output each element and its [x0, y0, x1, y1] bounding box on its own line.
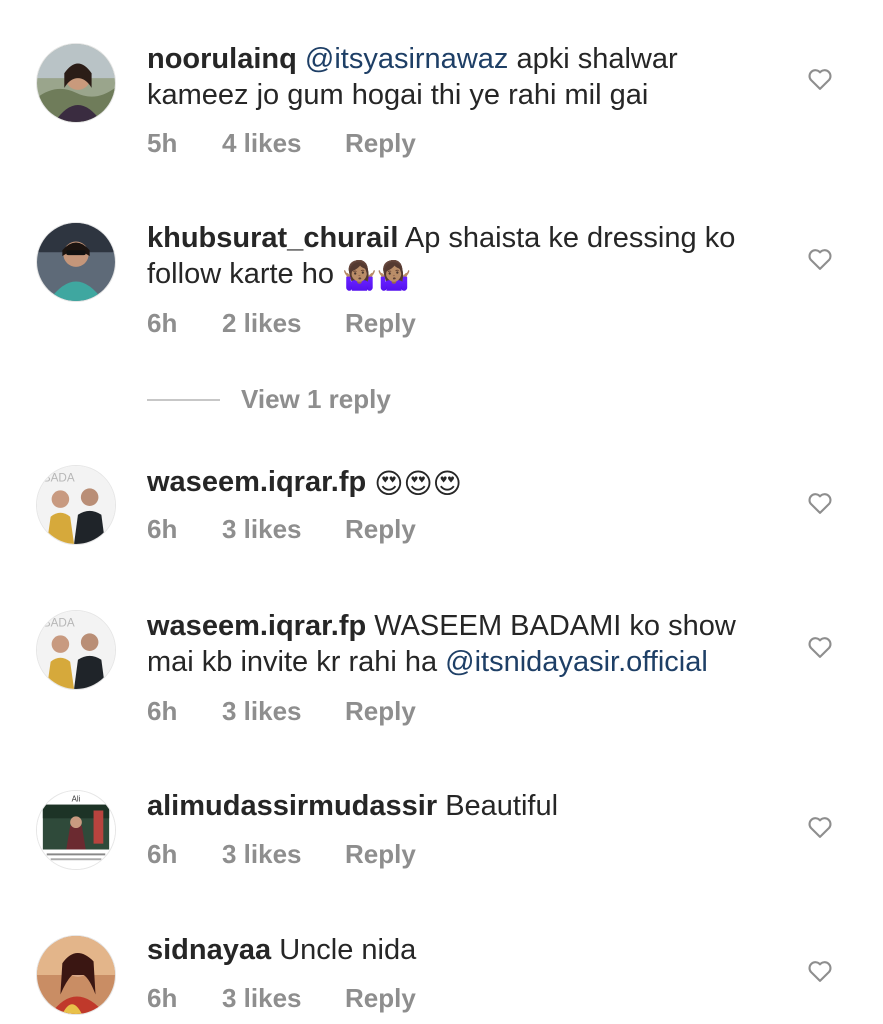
comment-username[interactable]: alimudassirmudassir	[147, 790, 437, 822]
reply-button[interactable]: Reply	[345, 128, 416, 159]
comment-time: 6h	[147, 839, 178, 869]
heart-outline-icon[interactable]	[806, 957, 834, 985]
avatar[interactable]: BADA	[36, 465, 116, 545]
comment-time: 6h	[147, 696, 178, 726]
comment-username[interactable]: sidnayaa	[147, 934, 271, 966]
comment-text: noorulainq @itsyasirnawaz apki shalwar k…	[147, 41, 787, 113]
heart-eyes-emoji: 😍😍😍	[374, 468, 462, 499]
comment-likes[interactable]: 2 likes	[222, 308, 345, 339]
reply-button[interactable]: Reply	[345, 308, 416, 339]
avatar[interactable]	[36, 935, 116, 1015]
comment-likes[interactable]: 3 likes	[222, 983, 345, 1014]
comment-username[interactable]: khubsurat_churail	[147, 222, 398, 254]
comment-text: alimudassirmudassir Beautiful	[147, 788, 787, 824]
comment-time: 5h	[147, 128, 178, 158]
comment-body: Uncle nida	[271, 934, 417, 966]
comment-username[interactable]: noorulainq	[147, 43, 297, 75]
comment-meta: 6h 3 likes Reply	[147, 839, 416, 870]
comment-meta: 6h 3 likes Reply	[147, 514, 416, 545]
comment-username[interactable]: waseem.iqrar.fp	[147, 466, 366, 498]
comment-time: 6h	[147, 308, 178, 338]
heart-outline-icon[interactable]	[806, 633, 834, 661]
shrug-emoji: 🤷🏽‍♀️🤷🏽‍♀️	[342, 260, 412, 291]
comment-mention[interactable]: @itsnidayasir.official	[445, 646, 708, 678]
avatar[interactable]: BADA	[36, 610, 116, 690]
comment-meta: 5h 4 likes Reply	[147, 128, 416, 159]
comment-meta: 6h 2 likes Reply	[147, 308, 416, 339]
avatar[interactable]	[36, 222, 116, 302]
avatar[interactable]	[36, 43, 116, 123]
reply-button[interactable]: Reply	[345, 514, 416, 545]
heart-outline-icon[interactable]	[806, 489, 834, 517]
heart-outline-icon[interactable]	[806, 245, 834, 273]
comment-text: sidnayaa Uncle nida	[147, 932, 787, 968]
avatar[interactable]: Ali	[36, 790, 116, 870]
comment-likes[interactable]: 3 likes	[222, 514, 345, 545]
comment-likes[interactable]: 4 likes	[222, 128, 345, 159]
heart-outline-icon[interactable]	[806, 813, 834, 841]
svg-text:BADA: BADA	[43, 472, 75, 485]
reply-button[interactable]: Reply	[345, 696, 416, 727]
comment-username[interactable]: waseem.iqrar.fp	[147, 610, 366, 642]
comment-mention[interactable]: @itsyasirnawaz	[305, 43, 509, 75]
comment-text: khubsurat_churail Ap shaista ke dressing…	[147, 220, 787, 294]
heart-outline-icon[interactable]	[806, 65, 834, 93]
view-replies-label[interactable]: View 1 reply	[241, 384, 391, 415]
comment-meta: 6h 3 likes Reply	[147, 983, 416, 1014]
comment-time: 6h	[147, 983, 178, 1013]
comment-text: waseem.iqrar.fp WASEEM BADAMI ko show ma…	[147, 608, 787, 680]
reply-button[interactable]: Reply	[345, 839, 416, 870]
comment-body: Beautiful	[437, 790, 559, 822]
comment-likes[interactable]: 3 likes	[222, 696, 345, 727]
avatar-label: Ali	[72, 795, 81, 804]
reply-button[interactable]: Reply	[345, 983, 416, 1014]
divider-line	[147, 399, 220, 401]
svg-text:BADA: BADA	[43, 617, 75, 630]
comment-likes[interactable]: 3 likes	[222, 839, 345, 870]
comment-time: 6h	[147, 514, 178, 544]
comment-text: waseem.iqrar.fp 😍😍😍	[147, 464, 787, 502]
comment-meta: 6h 3 likes Reply	[147, 696, 416, 727]
